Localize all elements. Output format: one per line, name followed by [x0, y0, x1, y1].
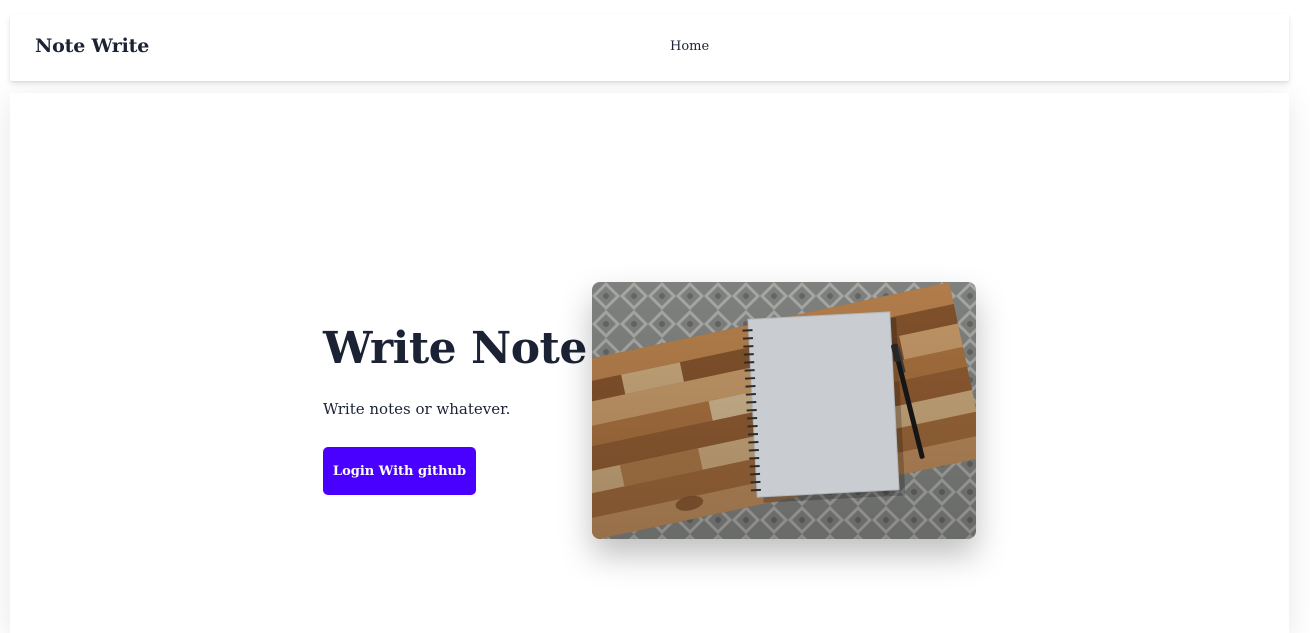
hero-title: Write Note! — [323, 323, 606, 374]
hero-image — [592, 282, 976, 539]
hero-subtitle: Write notes or whatever. — [323, 400, 511, 418]
login-with-github-button[interactable]: Login With github — [323, 447, 476, 495]
nav-link-home[interactable]: Home — [670, 39, 709, 54]
notebook-desk-illustration — [592, 282, 976, 539]
hero-section: Write Note! Write notes or whatever. Log… — [10, 93, 1289, 633]
navbar: Note Write Home — [10, 14, 1289, 81]
brand-logo[interactable]: Note Write — [35, 35, 149, 57]
